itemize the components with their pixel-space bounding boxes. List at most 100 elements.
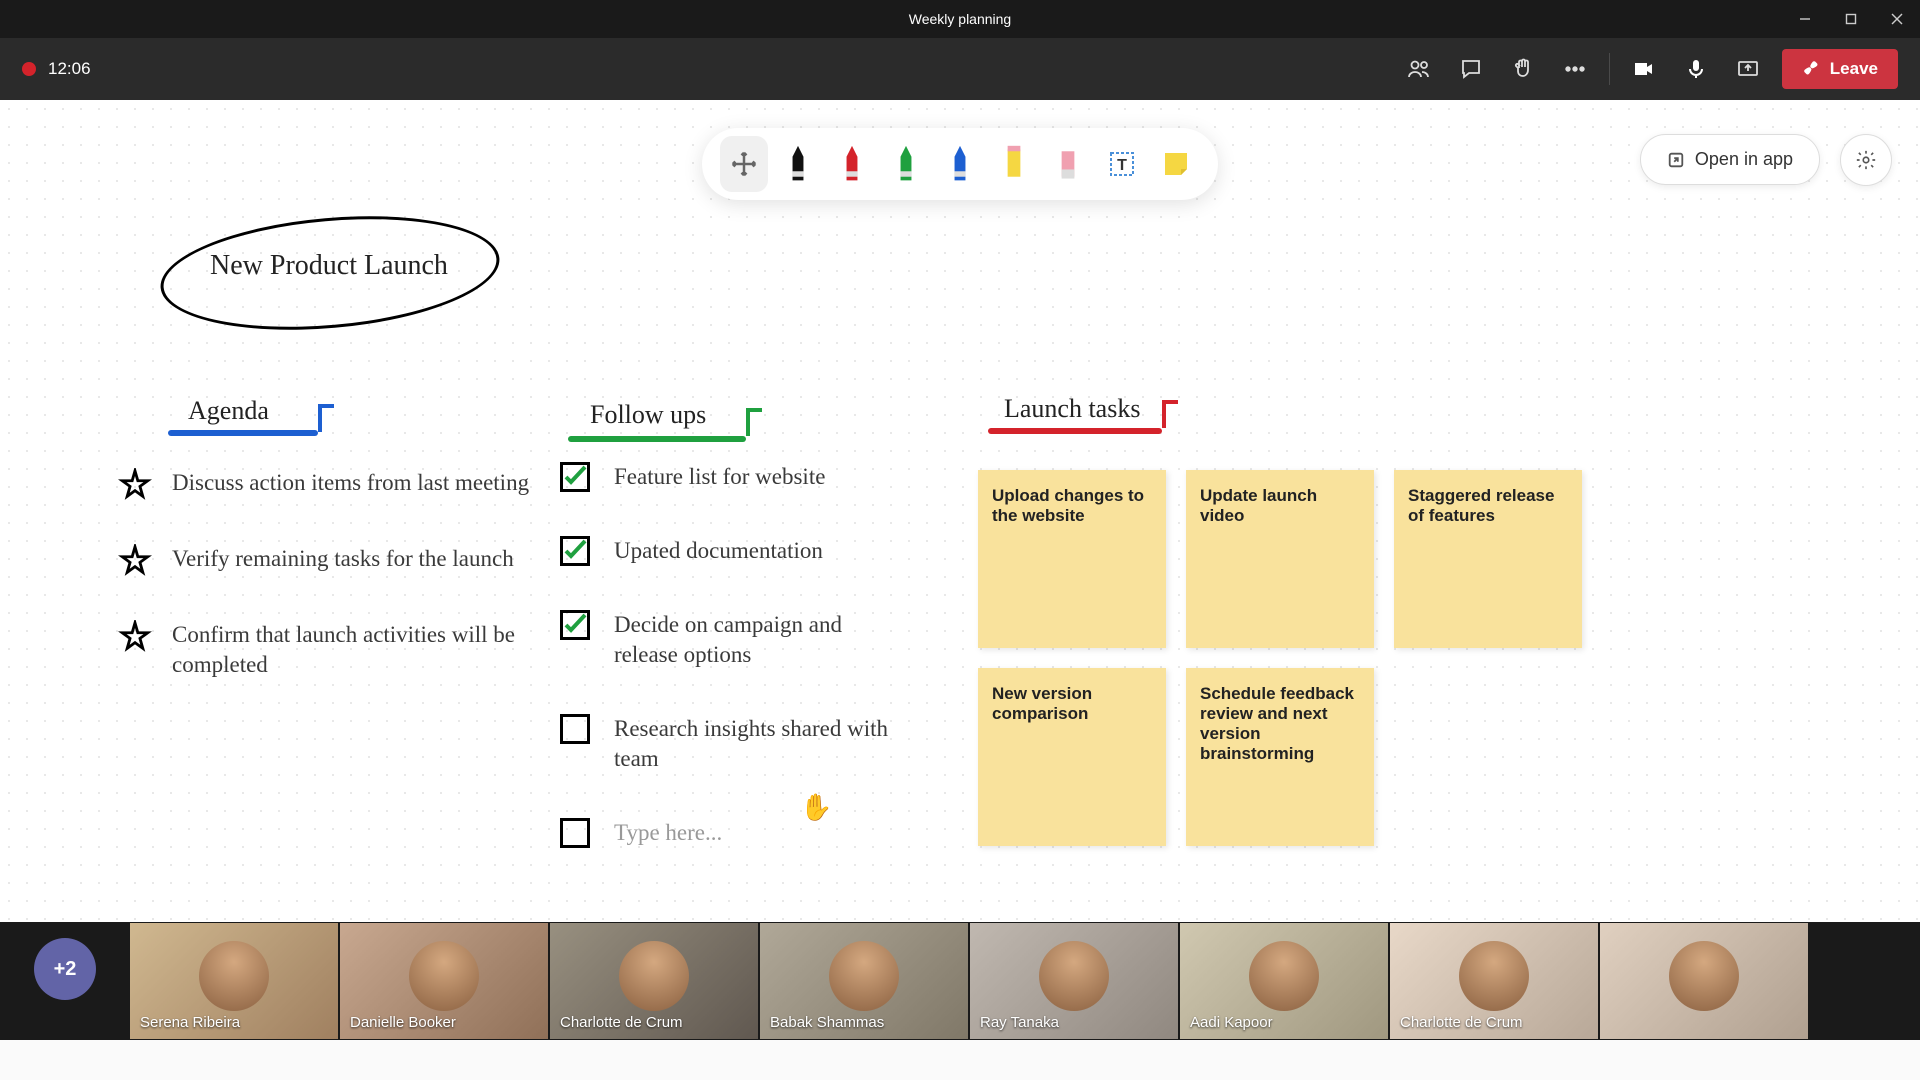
star-bullet-icon [118, 468, 152, 502]
sticky-note[interactable]: Update launch video [1186, 470, 1374, 648]
whiteboard-toolbar: T [702, 128, 1218, 200]
launch-tasks-heading[interactable]: Launch tasks [1004, 394, 1140, 424]
checkbox-checked-icon[interactable] [560, 462, 590, 492]
minimize-button[interactable] [1782, 0, 1828, 38]
checkbox-checked-icon[interactable] [560, 610, 590, 640]
avatar [409, 941, 479, 1011]
leave-label: Leave [1830, 59, 1878, 79]
cursor-icon: ✋ [800, 792, 832, 823]
highlighter-yellow-icon[interactable] [990, 136, 1038, 192]
participant-tile[interactable]: Charlotte de Crum [1390, 923, 1598, 1039]
agenda-heading[interactable]: Agenda [188, 396, 269, 426]
whiteboard-canvas[interactable]: T Open in app New Product Launch Agenda … [0, 100, 1920, 922]
participant-tile[interactable]: Ray Tanaka [970, 923, 1178, 1039]
camera-icon[interactable] [1618, 47, 1670, 91]
move-tool-icon[interactable] [720, 136, 768, 192]
participant-name: Danielle Booker [350, 1014, 456, 1031]
participant-name: Serena Ribeira [140, 1014, 240, 1031]
text-tool-icon[interactable]: T [1098, 136, 1146, 192]
open-in-app-label: Open in app [1695, 149, 1793, 170]
sticky-note[interactable]: Upload changes to the website [978, 470, 1166, 648]
participant-tile[interactable]: Charlotte de Crum [550, 923, 758, 1039]
more-options-icon[interactable] [1549, 47, 1601, 91]
star-bullet-icon [118, 620, 152, 654]
toolbar-separator [1609, 53, 1610, 85]
followups-heading[interactable]: Follow ups [590, 400, 706, 430]
avatar [619, 941, 689, 1011]
launch-tasks-corner [1162, 400, 1166, 428]
pen-red-icon[interactable] [828, 136, 876, 192]
agenda-item[interactable]: Discuss action items from last meeting [118, 468, 538, 502]
participant-tile[interactable]: Danielle Booker [340, 923, 548, 1039]
checkbox-unchecked-icon[interactable] [560, 818, 590, 848]
followup-new-item[interactable]: Type here... [560, 818, 910, 848]
participant-name: Charlotte de Crum [1400, 1014, 1523, 1031]
raise-hand-icon[interactable] [1497, 47, 1549, 91]
close-button[interactable] [1874, 0, 1920, 38]
sticky-note[interactable]: Staggered release of features [1394, 470, 1582, 648]
pen-black-icon[interactable] [774, 136, 822, 192]
svg-text:T: T [1117, 157, 1127, 174]
agenda-text: Confirm that launch activities will be c… [172, 620, 538, 680]
sticky-text: Upload changes to the website [992, 486, 1144, 525]
participant-tile[interactable]: Serena Ribeira [130, 923, 338, 1039]
leave-button[interactable]: Leave [1782, 49, 1898, 89]
followup-item[interactable]: Decide on campaign and release options [560, 610, 910, 670]
followups-corner [746, 408, 750, 436]
checkbox-unchecked-icon[interactable] [560, 714, 590, 744]
checkbox-checked-icon[interactable] [560, 536, 590, 566]
participant-name: Charlotte de Crum [560, 1014, 683, 1031]
followup-placeholder[interactable]: Type here... [614, 818, 722, 848]
meeting-toolbar: 12:06 Leave [0, 38, 1920, 100]
participant-tile[interactable] [1600, 923, 1808, 1039]
followup-item[interactable]: Upated documentation [560, 536, 910, 566]
maximize-button[interactable] [1828, 0, 1874, 38]
sticky-note-tool-icon[interactable] [1152, 136, 1200, 192]
avatar [829, 941, 899, 1011]
recording-indicator-icon [22, 62, 36, 76]
sticky-text: Update launch video [1200, 486, 1317, 525]
followup-item[interactable]: Research insights shared with team [560, 714, 910, 774]
participant-name: Ray Tanaka [980, 1014, 1059, 1031]
pen-blue-icon[interactable] [936, 136, 984, 192]
participant-tile[interactable]: Aadi Kapoor [1180, 923, 1388, 1039]
window-title: Weekly planning [909, 11, 1011, 27]
followup-text: Decide on campaign and release options [614, 610, 910, 670]
agenda-text: Verify remaining tasks for the launch [172, 544, 514, 578]
avatar [1249, 941, 1319, 1011]
people-icon[interactable] [1393, 47, 1445, 91]
followup-text: Feature list for website [614, 462, 825, 492]
agenda-text: Discuss action items from last meeting [172, 468, 529, 502]
followups-underline [568, 436, 746, 442]
agenda-item[interactable]: Verify remaining tasks for the launch [118, 544, 538, 578]
eraser-icon[interactable] [1044, 136, 1092, 192]
launch-tasks-underline [988, 428, 1162, 434]
microphone-icon[interactable] [1670, 47, 1722, 91]
more-participants-badge[interactable]: +2 [34, 938, 96, 1000]
sticky-grid: Upload changes to the website Update lau… [978, 470, 1582, 846]
participant-name: Aadi Kapoor [1190, 1014, 1273, 1031]
followups-list: Feature list for website Upated document… [560, 462, 910, 892]
sticky-text: Staggered release of features [1408, 486, 1554, 525]
star-bullet-icon [118, 544, 152, 578]
chat-icon[interactable] [1445, 47, 1497, 91]
board-title[interactable]: New Product Launch [210, 250, 448, 282]
followup-item[interactable]: Feature list for website [560, 462, 910, 492]
pen-green-icon[interactable] [882, 136, 930, 192]
sticky-note[interactable]: New version comparison [978, 668, 1166, 846]
share-screen-icon[interactable] [1722, 47, 1774, 91]
sticky-text: Schedule feedback review and next versio… [1200, 684, 1354, 763]
open-in-app-button[interactable]: Open in app [1640, 134, 1820, 185]
followup-text: Upated documentation [614, 536, 823, 566]
sticky-text: New version comparison [992, 684, 1092, 723]
participant-strip: +2 Serena Ribeira Danielle Booker Charlo… [0, 922, 1920, 1040]
window-controls [1782, 0, 1920, 38]
agenda-item[interactable]: Confirm that launch activities will be c… [118, 620, 538, 680]
participant-name: Babak Shammas [770, 1014, 884, 1031]
participant-tile[interactable]: Babak Shammas [760, 923, 968, 1039]
settings-button[interactable] [1840, 134, 1892, 186]
sticky-note[interactable]: Schedule feedback review and next versio… [1186, 668, 1374, 846]
followup-text: Research insights shared with team [614, 714, 910, 774]
agenda-corner [318, 404, 322, 432]
recording-time: 12:06 [48, 59, 91, 79]
